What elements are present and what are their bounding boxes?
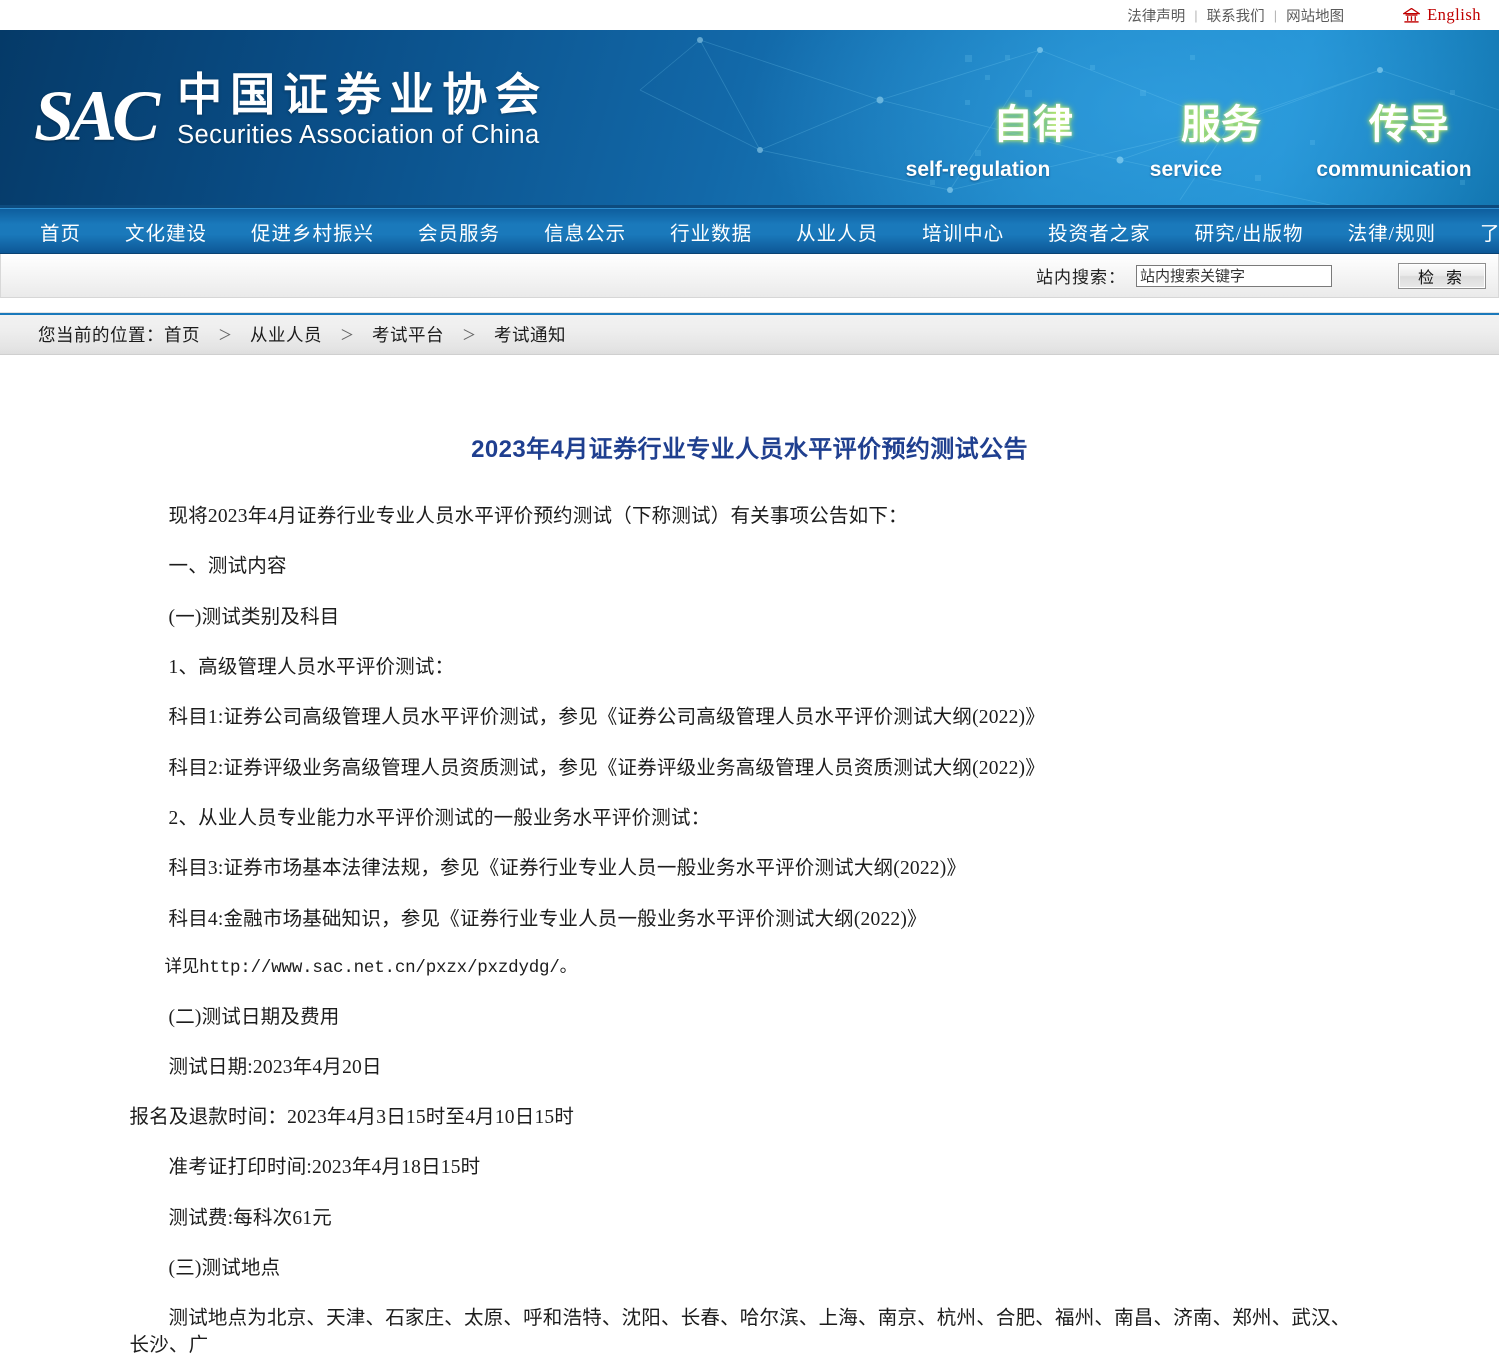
article-container: 2023年4月证券行业专业人员水平评价预约测试公告 现将2023年4月证券行业专… [0,355,1499,1359]
banner-slogan: 自律 服务 传导 self-regulation service communi… [893,92,1479,182]
nav-item-training-center[interactable]: 培训中心 [900,217,1026,246]
slogan-english: self-regulation service communication [893,158,1479,182]
nav-item-industry-data[interactable]: 行业数据 [648,217,774,246]
search-button[interactable]: 检 索 [1398,262,1486,289]
page-title: 2023年4月证券行业专业人员水平评价预约测试公告 [471,436,1028,464]
site-search-bar: 站内搜索： 检 索 [0,254,1499,298]
top-utility-bar: 法律声明 | 联系我们 | 网站地图 English [0,0,1499,30]
logo-sac-mark: SAC [34,75,160,156]
home-icon [1403,7,1421,23]
nav-item-culture[interactable]: 文化建设 [103,217,229,246]
link-legal-statement[interactable]: 法律声明 [1118,5,1194,26]
nav-item-research-publications[interactable]: 研究/出版物 [1173,217,1326,246]
nav-item-practitioners[interactable]: 从业人员 [774,217,900,246]
article-paragraph: 科目1:证券公司高级管理人员水平评价测试，参见《证券公司高级管理人员水平评价测试… [168,707,1045,729]
slogan-zh-2: 服务 [1181,102,1261,147]
slogan-en-2: service [1149,158,1223,181]
nav-item-information-disclosure[interactable]: 信息公示 [522,217,648,246]
logo-chinese-name: 中国证券业协会 [177,70,549,120]
breadcrumb-item-exam-notice[interactable]: 考试通知 [494,322,566,347]
nav-item-rural-revitalization[interactable]: 促进乡村振兴 [229,217,396,246]
site-logo[interactable]: SAC 中国证券业协会 Securities Association of Ch… [34,70,549,156]
link-contact-us[interactable]: 联系我们 [1198,5,1274,26]
nav-item-laws-rules[interactable]: 法律/规则 [1326,217,1458,246]
article-paragraph: 测试费:每科次61元 [168,1207,332,1229]
article-paragraph: 报名及退款时间：2023年4月3日15时至4月10日15时 [129,1107,575,1129]
article-paragraph: 1、高级管理人员水平评价测试： [168,657,455,679]
link-site-map[interactable]: 网站地图 [1277,5,1353,26]
article-paragraph: 2、从业人员专业能力水平评价测试的一般业务水平评价测试： [168,807,711,829]
breadcrumb: 您当前的位置： 首页 ＞ 从业人员 ＞ 考试平台 ＞ 考试通知 [0,313,1499,355]
slogan-en-1: self-regulation [905,158,1051,181]
slogan-en-3: communication [1316,158,1472,181]
slogan-zh-3: 传导 [1369,102,1449,147]
logo-english-name: Securities Association of China [177,121,540,150]
breadcrumb-separator-1: ＞ [218,326,232,343]
article-paragraph: (一)测试类别及科目 [168,606,340,628]
english-link[interactable]: English [1427,5,1481,25]
breadcrumb-item-home[interactable]: 首页 [164,322,200,347]
nav-item-home[interactable]: 首页 [18,217,103,246]
article-paragraph: 一、测试内容 [168,556,287,578]
site-banner: SAC 中国证券业协会 Securities Association of Ch… [0,30,1499,208]
breadcrumb-item-practitioners[interactable]: 从业人员 [250,322,322,347]
breadcrumb-item-exam-platform[interactable]: 考试平台 [372,322,444,347]
article-paragraph: 现将2023年4月证券行业专业人员水平评价预约测试（下称测试）有关事项公告如下： [168,506,908,528]
breadcrumb-separator-2: ＞ [340,326,354,343]
article-paragraph: 测试日期:2023年4月20日 [168,1056,382,1078]
slogan-zh-1: 自律 [993,102,1073,147]
article-paragraph: 科目3:证券市场基本法律法规，参见《证券行业专业人员一般业务水平评价测试大纲(2… [168,858,967,880]
nav-item-about-association[interactable]: 了解协会 [1458,217,1499,246]
nav-item-investor-home[interactable]: 投资者之家 [1026,217,1173,246]
top-links: 法律声明 | 联系我们 | 网站地图 [1118,5,1353,26]
search-label: 站内搜索： [1036,268,1126,287]
article-paragraph: (二)测试日期及费用 [168,1006,340,1028]
article-paragraph-url: 详见http://www.sac.net.cn/pxzx/pxzdydg/。 [164,957,578,978]
main-navigation: 首页 文化建设 促进乡村振兴 会员服务 信息公示 行业数据 从业人员 培训中心 … [0,208,1499,254]
breadcrumb-separator-3: ＞ [462,326,476,343]
search-row-spacer [0,298,1499,313]
article-paragraph: (三)测试地点 [168,1258,281,1280]
article-body: 现将2023年4月证券行业专业人员水平评价预约测试（下称测试）有关事项公告如下：… [130,504,1370,1359]
article-paragraph: 测试地点为北京、天津、石家庄、太原、呼和浩特、沈阳、长春、哈尔滨、上海、南京、杭… [129,1308,1351,1356]
article-paragraph: 科目4:金融市场基础知识，参见《证券行业专业人员一般业务水平评价测试大纲(202… [168,908,927,930]
article-paragraph: 准考证打印时间:2023年4月18日15时 [168,1157,481,1179]
nav-item-member-services[interactable]: 会员服务 [396,217,522,246]
english-switch[interactable]: English [1403,5,1481,25]
slogan-chinese: 自律 服务 传导 [893,92,1479,150]
article-paragraph: 科目2:证券评级业务高级管理人员资质测试，参见《证券评级业务高级管理人员资质测试… [168,757,1045,779]
breadcrumb-prefix: 您当前的位置： [38,325,164,345]
search-input[interactable] [1136,264,1332,287]
